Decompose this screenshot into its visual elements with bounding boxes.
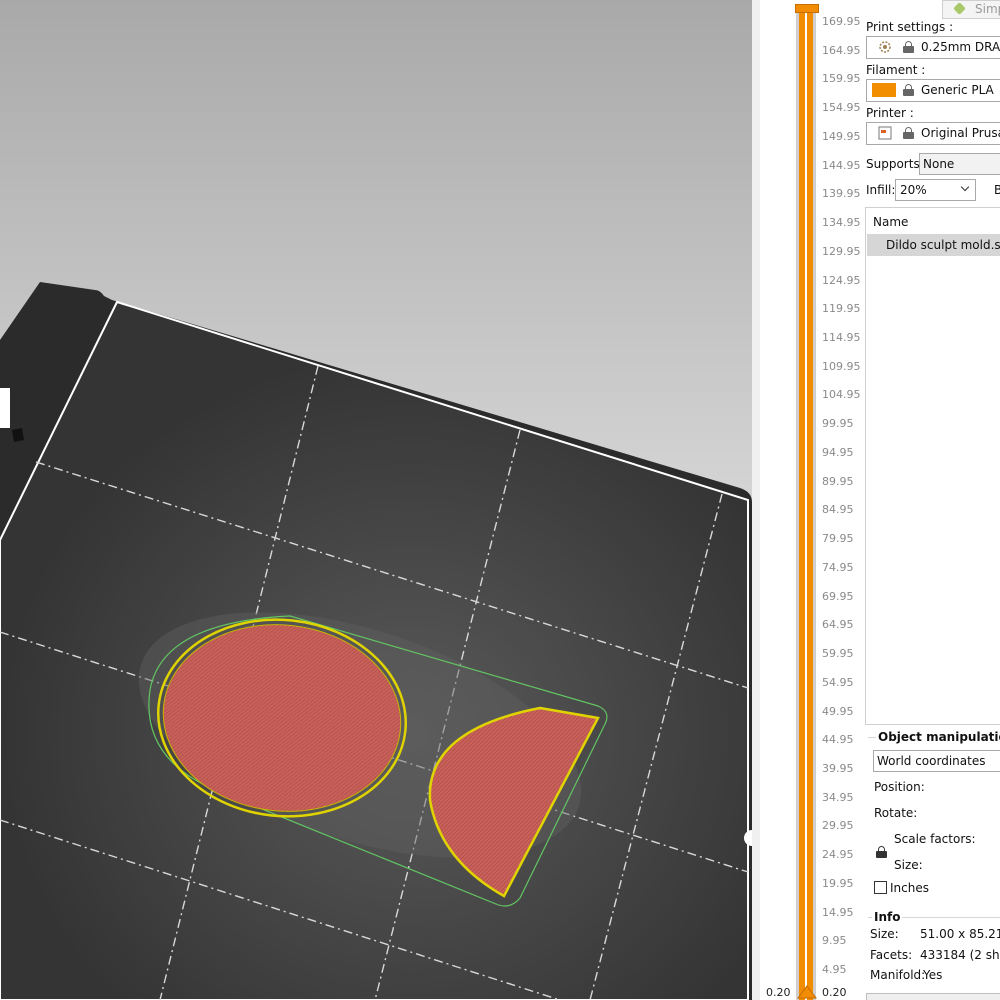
layer-tick-label: 39.95: [822, 761, 854, 775]
layer-tick-label: 124.95: [822, 273, 861, 287]
layer-tick-label: 129.95: [822, 244, 861, 258]
simple-mode-icon: [953, 2, 966, 15]
layer-tick-label: 59.95: [822, 647, 854, 661]
filament-combo[interactable]: Generic PLA: [866, 79, 1000, 102]
bed-scene[interactable]: [0, 0, 752, 1000]
layer-slider-bottom-thumb[interactable]: [796, 984, 818, 1000]
layer-slider-track[interactable]: [796, 8, 816, 1000]
bottom-button[interactable]: [866, 993, 1000, 1000]
layer-tick-label: 14.95: [822, 905, 854, 919]
layer-tick-label: 169.95: [822, 15, 861, 28]
infill-label: Infill:: [866, 183, 896, 197]
layer-tick-label: 149.95: [822, 129, 861, 143]
position-label: Position:: [874, 780, 925, 794]
object-list-item[interactable]: Dildo sculpt mold.stl: [867, 234, 1000, 256]
layer-tick-label: 34.95: [822, 790, 854, 804]
infill-select[interactable]: 20%: [895, 179, 976, 201]
bed-frame-clip: [0, 388, 10, 428]
layer-tick-label: 19.95: [822, 876, 854, 890]
layer-tick-label: 139.95: [822, 187, 861, 201]
layer-tick-label: 79.95: [822, 532, 854, 546]
coordinates-select[interactable]: World coordinates: [873, 750, 1000, 772]
layer-tick-label: 4.95: [822, 963, 847, 977]
layer-tick-label: 9.95: [822, 934, 847, 948]
printer-label: Printer :: [866, 106, 914, 120]
object-list-header[interactable]: Name: [873, 215, 908, 229]
info-manifold-value: Yes: [923, 968, 943, 982]
layer-tick-label: 164.95: [822, 43, 861, 57]
object-manipulation-title: Object manipulation: [876, 730, 1000, 744]
print-settings-label: Print settings :: [866, 20, 954, 34]
layer-tick-label: 159.95: [822, 72, 861, 86]
filament-value: Generic PLA: [921, 83, 994, 97]
layer-tick-label: 109.95: [822, 359, 861, 373]
inches-label[interactable]: Inches: [890, 881, 929, 895]
layer-tick-label: 154.95: [822, 101, 861, 115]
layer-tick-label: 114.95: [822, 331, 861, 345]
coordinates-value: World coordinates: [877, 754, 986, 768]
filament-color-swatch: [872, 83, 896, 97]
scale-lock-icon[interactable]: [876, 846, 887, 858]
info-facets-value: 433184 (2 shells: [920, 948, 1000, 962]
layer-tick-label: 74.95: [822, 560, 854, 574]
chevron-down-icon: [960, 182, 970, 192]
printer-icon: [878, 126, 892, 140]
panel-divider[interactable]: [752, 0, 760, 1000]
layer-tick-label: 119.95: [822, 302, 861, 316]
layer-bottom-label-right: 0.20: [822, 986, 847, 999]
lock-icon: [903, 41, 914, 53]
layer-tick-label: 94.95: [822, 445, 854, 459]
scale-factors-label: Scale factors:: [894, 832, 976, 846]
printer-value: Original Prusa M: [921, 126, 1000, 140]
object-list-item-label: Dildo sculpt mold.stl: [886, 238, 1000, 252]
brim-label: B: [994, 183, 1000, 197]
layer-tick-label: 49.95: [822, 704, 854, 718]
supports-value: None: [923, 157, 955, 171]
info-manifold-label: Manifold:: [870, 968, 926, 982]
layer-tick-label: 44.95: [822, 733, 854, 747]
layer-slider-line: [805, 8, 807, 1000]
layer-tick-label: 54.95: [822, 675, 854, 689]
layer-tick-label: 99.95: [822, 417, 854, 431]
info-facets-label: Facets:: [870, 948, 913, 962]
object-list[interactable]: Name Dildo sculpt mold.stl: [865, 207, 1000, 725]
layer-slider[interactable]: 169.95 164.95 159.95 154.95 149.95 144.95 139.…: [760, 0, 864, 1000]
bed-frame-hook: [12, 428, 24, 442]
printer-combo[interactable]: Original Prusa M: [866, 122, 1000, 145]
supports-label: Supports:: [866, 157, 924, 171]
supports-select[interactable]: None: [919, 153, 1000, 175]
layer-tick-label: 84.95: [822, 503, 854, 517]
layer-tick-label: 144.95: [822, 158, 861, 172]
info-size-label: Size:: [870, 927, 899, 941]
layer-tick-label: 29.95: [822, 819, 854, 833]
infill-value: 20%: [900, 183, 927, 197]
rotate-label: Rotate:: [874, 806, 918, 820]
lock-icon: [903, 127, 914, 139]
size-label: Size:: [894, 858, 923, 872]
filament-label: Filament :: [866, 63, 926, 77]
layer-tick-label: 104.95: [822, 388, 861, 402]
inches-checkbox[interactable]: [874, 881, 887, 894]
layer-tick-label: 64.95: [822, 618, 854, 632]
sidebar-panel: Simp Print settings : 0.25mm DRAFT Filam…: [864, 0, 1000, 1000]
layer-slider-top-thumb[interactable]: [795, 4, 819, 13]
layer-tick-label: 24.95: [822, 848, 854, 862]
layer-tick-label: 89.95: [822, 474, 854, 488]
info-size-value: 51.00 x 85.21 x: [920, 927, 1000, 941]
layer-bottom-label-left: 0.20: [766, 986, 791, 999]
mode-tab-label: Simp: [975, 2, 1000, 16]
print-settings-combo[interactable]: 0.25mm DRAFT: [866, 36, 1000, 59]
info-title: Info: [872, 910, 903, 924]
layer-tick-label: 134.95: [822, 216, 861, 230]
lock-icon: [903, 84, 914, 96]
3d-viewport[interactable]: [0, 0, 752, 1000]
layer-tick-label: 69.95: [822, 589, 854, 603]
mode-tab[interactable]: Simp: [942, 0, 1000, 19]
print-settings-value: 0.25mm DRAFT: [921, 40, 1000, 54]
print-profile-icon: [879, 41, 891, 53]
